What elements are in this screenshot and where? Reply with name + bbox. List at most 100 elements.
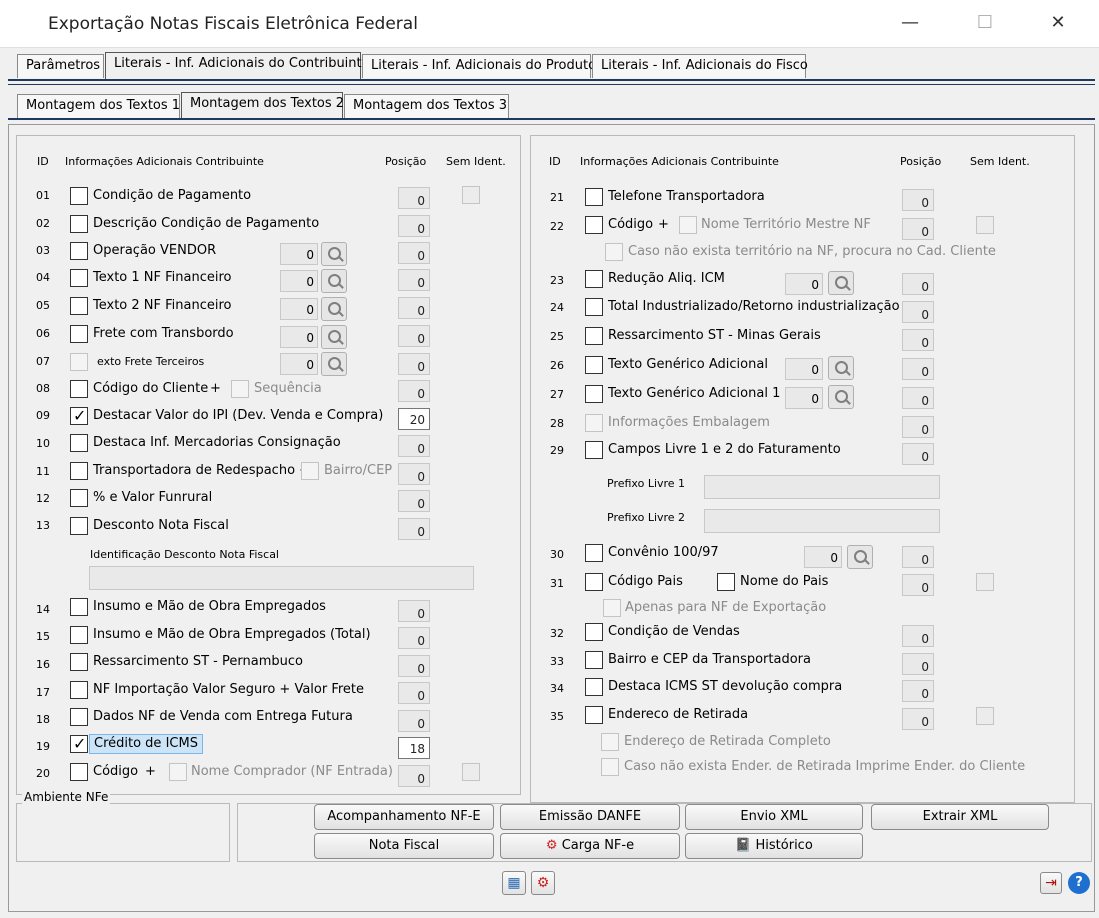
checkbox-total-industrializado[interactable]: [585, 298, 603, 316]
checkbox-entrega-futura[interactable]: [70, 708, 88, 726]
search-icon[interactable]: [847, 545, 873, 569]
checkbox-sequencia[interactable]: [231, 380, 249, 398]
code-30[interactable]: 0: [804, 546, 842, 568]
checkbox-endereco-completo[interactable]: [601, 733, 619, 751]
prefixo-livre-1-input[interactable]: [704, 475, 940, 499]
sem-ident-31[interactable]: [976, 573, 994, 591]
exit-icon[interactable]: ⇥: [1040, 872, 1062, 894]
posicao-33[interactable]: 0: [902, 653, 934, 675]
search-icon[interactable]: [321, 269, 347, 293]
checkbox-condicao-pagamento[interactable]: [70, 187, 88, 205]
posicao-19[interactable]: 18: [398, 737, 430, 759]
checkbox-nome-pais[interactable]: [717, 573, 735, 591]
posicao-31[interactable]: 0: [902, 574, 934, 596]
help-icon[interactable]: ?: [1068, 872, 1090, 894]
envio-xml-button[interactable]: Envio XML: [685, 804, 863, 830]
posicao-17[interactable]: 0: [398, 682, 430, 704]
posicao-30[interactable]: 0: [902, 546, 934, 568]
posicao-14[interactable]: 0: [398, 600, 430, 622]
prefixo-livre-2-input[interactable]: [704, 509, 940, 533]
carga-nfe-button[interactable]: ⚙ Carga NF-e: [500, 833, 680, 859]
nota-fiscal-button[interactable]: Nota Fiscal: [314, 833, 494, 859]
posicao-16[interactable]: 0: [398, 655, 430, 677]
identificacao-desconto-input[interactable]: [89, 566, 474, 590]
gears-icon[interactable]: ⚙: [531, 871, 555, 895]
checkbox-info-embalagem[interactable]: [585, 414, 603, 432]
checkbox-codigo-cliente[interactable]: [70, 380, 88, 398]
posicao-12[interactable]: 0: [398, 490, 430, 512]
posicao-13[interactable]: 0: [398, 518, 430, 540]
checkbox-imprime-ender-cliente[interactable]: [601, 758, 619, 776]
checkbox-territorio-mestre[interactable]: [679, 216, 697, 234]
posicao-04[interactable]: 0: [398, 269, 430, 291]
posicao-03[interactable]: 0: [398, 242, 430, 264]
checkbox-texto1-financeiro[interactable]: [70, 269, 88, 287]
posicao-28[interactable]: 0: [902, 416, 934, 438]
tab-inf-produto[interactable]: Literais - Inf. Adicionais do Produto: [362, 54, 596, 78]
checkbox-descricao-condicao[interactable]: [70, 215, 88, 233]
search-icon[interactable]: [828, 385, 854, 409]
checkbox-ressarcimento-mg[interactable]: [585, 327, 603, 345]
code-04[interactable]: 0: [280, 270, 318, 292]
emissao-danfe-button[interactable]: Emissão DANFE: [500, 804, 680, 830]
extrair-xml-button[interactable]: Extrair XML: [871, 804, 1049, 830]
posicao-29[interactable]: 0: [902, 443, 934, 465]
checkbox-insumo-total[interactable]: [70, 626, 88, 644]
posicao-10[interactable]: 0: [398, 435, 430, 457]
checkbox-texto2-financeiro[interactable]: [70, 297, 88, 315]
checkbox-texto-generico-1[interactable]: [585, 385, 603, 403]
search-icon[interactable]: [321, 242, 347, 266]
posicao-01[interactable]: 0: [398, 187, 430, 209]
posicao-24[interactable]: 0: [902, 301, 934, 323]
code-23[interactable]: 0: [785, 273, 823, 295]
checkbox-nf-exportacao[interactable]: [603, 599, 621, 617]
posicao-15[interactable]: 0: [398, 627, 430, 649]
posicao-23[interactable]: 0: [902, 273, 934, 295]
checkbox-ressarcimento-pe[interactable]: [70, 653, 88, 671]
checkbox-bairro-cep-transp[interactable]: [585, 651, 603, 669]
posicao-27[interactable]: 0: [902, 387, 934, 409]
checkbox-convenio[interactable]: [585, 544, 603, 562]
sem-ident-35[interactable]: [976, 707, 994, 725]
code-03[interactable]: 0: [280, 243, 318, 265]
checkbox-condicao-vendas[interactable]: [585, 623, 603, 641]
checkbox-frete-transbordo[interactable]: [70, 325, 88, 343]
posicao-09[interactable]: 20: [398, 408, 430, 430]
minimize-button[interactable]: —: [890, 8, 930, 38]
subtab-montagem-3[interactable]: Montagem dos Textos 3: [344, 94, 509, 118]
checkbox-operacao-vendor[interactable]: [70, 242, 88, 260]
posicao-32[interactable]: 0: [902, 625, 934, 647]
checkbox-insumo-mao-obra[interactable]: [70, 598, 88, 616]
posicao-34[interactable]: 0: [902, 680, 934, 702]
posicao-26[interactable]: 0: [902, 358, 934, 380]
checkbox-texto-generico[interactable]: [585, 356, 603, 374]
checkbox-telefone-transportadora[interactable]: [585, 188, 603, 206]
subtab-montagem-2[interactable]: Montagem dos Textos 2: [181, 92, 344, 119]
search-icon[interactable]: [828, 271, 854, 295]
posicao-07[interactable]: 0: [398, 353, 430, 375]
checkbox-destacar-ipi[interactable]: [70, 406, 88, 425]
search-icon[interactable]: [321, 325, 347, 349]
tab-inf-fisco[interactable]: Literais - Inf. Adicionais do Fisco: [592, 54, 808, 78]
code-07[interactable]: 0: [280, 353, 318, 375]
maximize-button[interactable]: ☐: [965, 8, 1005, 38]
checkbox-credito-icms[interactable]: [70, 734, 88, 753]
checkbox-destaca-consignacao[interactable]: [70, 434, 88, 452]
subtab-montagem-1[interactable]: Montagem dos Textos 1: [17, 94, 180, 118]
sem-ident-22[interactable]: [976, 216, 994, 234]
checkbox-codigo-20[interactable]: [70, 763, 88, 781]
close-button[interactable]: ✕: [1038, 8, 1078, 38]
posicao-05[interactable]: 0: [398, 297, 430, 319]
search-icon[interactable]: [321, 352, 347, 376]
posicao-21[interactable]: 0: [902, 189, 934, 211]
search-icon[interactable]: [321, 297, 347, 321]
checkbox-codigo-pais[interactable]: [585, 573, 603, 591]
checkbox-campos-livre[interactable]: [585, 441, 603, 459]
checkbox-funrural[interactable]: [70, 489, 88, 507]
posicao-02[interactable]: 0: [398, 215, 430, 237]
checkbox-bairro-cep[interactable]: [301, 462, 319, 480]
code-06[interactable]: 0: [280, 326, 318, 348]
posicao-20[interactable]: 0: [398, 765, 430, 787]
code-26[interactable]: 0: [785, 358, 823, 380]
code-27[interactable]: 0: [785, 387, 823, 409]
